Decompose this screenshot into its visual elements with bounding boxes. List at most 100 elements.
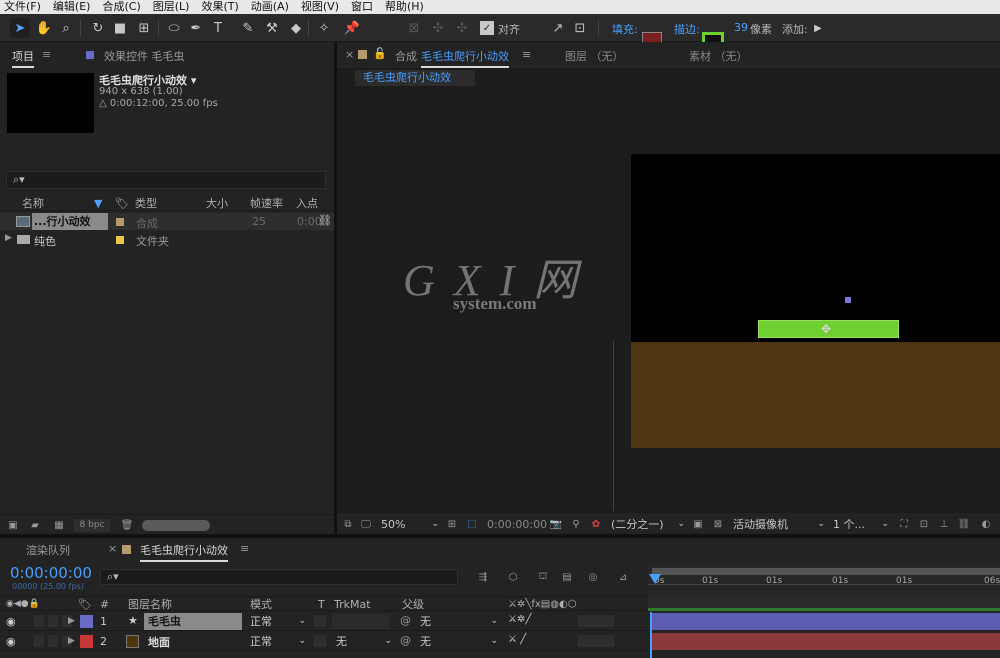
time-ruler[interactable]: 0s 01s 01s 01s 01s 06s [648, 562, 1000, 596]
local-axis-icon[interactable]: ⊠ [404, 18, 424, 38]
layer-row[interactable]: ◉ ▶ 1 ★ 毛毛虫 正常 ⌄ @ 无 ⌄ ⚔✲╱ [0, 612, 648, 631]
blend-mode-dropdown[interactable]: 正常 ⌄ [250, 634, 308, 649]
anchor-point-icon[interactable]: ✥ [821, 322, 831, 336]
panel-menu-icon[interactable]: ≡ [522, 48, 531, 61]
layer-switch-boxes[interactable] [578, 635, 614, 647]
column-fps[interactable]: 帧速率 [250, 196, 283, 211]
project-item-name[interactable]: ...行小动效 [32, 213, 108, 230]
transparency-grid-icon[interactable]: ⊠ [711, 518, 725, 530]
column-preserve-transparency[interactable]: T [318, 597, 325, 612]
preserve-transparency-switch[interactable] [314, 635, 326, 647]
layer-label-swatch[interactable] [80, 615, 93, 628]
view-layout-dropdown[interactable]: 1 个... ⌄ [833, 517, 889, 532]
tab-render-queue[interactable]: 渲染队列 [26, 542, 70, 558]
solo-switch[interactable] [48, 635, 58, 647]
delete-trash-icon[interactable]: 🗑 [120, 519, 134, 531]
zoom-dropdown[interactable]: 50% ⌄ [381, 517, 439, 532]
add-play-icon[interactable]: ▶ [808, 18, 828, 38]
menu-animation[interactable]: 动画(A) [251, 0, 289, 14]
menu-help[interactable]: 帮助(H) [385, 0, 424, 14]
flowchart-icon[interactable]: ⛓ [957, 518, 971, 530]
toggle-pixel-aspect-icon[interactable]: ⛶ [897, 518, 911, 530]
layer-duration-bar[interactable] [650, 613, 1000, 630]
monitor-icon[interactable]: 🖵 [359, 518, 373, 530]
zoom-tool-icon[interactable]: ⌕ [56, 18, 76, 38]
layer-row[interactable]: ◉ ▶ 2 地面 正常 ⌄ 无 ⌄ @ 无 ⌄ ⚔ ╱ [0, 632, 648, 651]
selection-tool-icon[interactable]: ➤ [10, 18, 30, 38]
flowchart-icon[interactable]: ⛓ [318, 214, 332, 227]
playhead-indicator[interactable] [649, 574, 661, 584]
layer-name[interactable]: 地面 [148, 634, 170, 650]
expand-arrow-icon[interactable]: ▶ [5, 233, 12, 243]
tab-footage[interactable]: 素材 （无） [689, 48, 748, 64]
world-axis-icon[interactable]: ✣ [428, 18, 448, 38]
column-size[interactable]: 大小 [206, 196, 228, 211]
audio-switch[interactable] [34, 615, 44, 627]
pick-whip-icon[interactable]: @ [400, 634, 411, 647]
graph-editor-icon[interactable]: ⊿ [616, 571, 630, 583]
audio-switch[interactable] [34, 635, 44, 647]
layer-switch-boxes[interactable] [578, 615, 614, 627]
tab-timeline-comp[interactable]: 毛毛虫爬行小动效 [140, 542, 228, 562]
pen-tool-icon[interactable]: ✒ [186, 18, 206, 38]
panel-menu-icon[interactable]: ≡ [240, 542, 249, 555]
show-snapshot-icon[interactable]: ⚲ [569, 518, 583, 530]
track-matte-dropdown[interactable] [332, 614, 390, 629]
comp-breadcrumb[interactable]: 毛毛虫爬行小动效 [355, 70, 475, 86]
snap-icon[interactable]: ↗ [548, 18, 568, 38]
rotate-tool-icon[interactable]: ↻ [88, 18, 108, 38]
tab-layer[interactable]: 图层 （无） [565, 48, 624, 64]
menu-edit[interactable]: 编辑(E) [53, 0, 91, 14]
panel-menu-icon[interactable]: ≡ [42, 48, 51, 61]
always-preview-icon[interactable]: ⧉ [341, 518, 355, 530]
camera-dropdown[interactable]: 活动摄像机 ⌄ [733, 517, 827, 532]
visibility-eye-icon[interactable]: ◉ [6, 615, 16, 628]
caterpillar-layer[interactable]: ✥ [758, 320, 899, 338]
timeline-search-input[interactable]: ⌕▾ [100, 569, 458, 585]
motion-blur-icon[interactable]: ◎ [586, 571, 600, 583]
layer-name[interactable]: 毛毛虫 [144, 613, 242, 630]
snapshot-camera-icon[interactable]: 📷 [549, 518, 563, 530]
timeline-icon[interactable]: ⊥ [937, 518, 951, 530]
grid-icon[interactable]: ⊞ [445, 518, 459, 530]
menu-composition[interactable]: 合成(C) [102, 0, 140, 14]
clone-stamp-tool-icon[interactable]: ⚒ [262, 18, 282, 38]
roto-brush-tool-icon[interactable]: ✧ [314, 18, 334, 38]
label-swatch[interactable] [116, 218, 124, 226]
pick-whip-icon[interactable]: @ [400, 614, 411, 627]
column-layer-number[interactable]: # [100, 597, 109, 612]
playhead-line[interactable] [650, 612, 652, 658]
menu-view[interactable]: 视图(V) [301, 0, 339, 14]
resolution-dropdown[interactable]: (二分之一) ⌄ [611, 517, 687, 532]
blend-mode-dropdown[interactable]: 正常 ⌄ [250, 614, 308, 629]
label-column-icon[interactable]: 🏷 [78, 597, 92, 612]
draft-3d-icon[interactable]: ⬡ [506, 571, 520, 583]
close-tab-icon[interactable]: × [345, 48, 354, 61]
column-type[interactable]: 类型 [135, 196, 157, 211]
switches-icons[interactable]: ⚔✲╲fx▤◍◐⬡ [508, 597, 576, 612]
menu-file[interactable]: 文件(F) [4, 0, 41, 14]
project-row[interactable]: ...行小动效 合成 25 0:00 ⛓ [0, 213, 334, 230]
frame-blending-icon[interactable]: ▤ [560, 571, 574, 583]
stroke-width-value[interactable]: 39 [734, 21, 748, 34]
column-track-matte[interactable]: TrkMat [334, 597, 371, 612]
small-square-shape[interactable] [845, 297, 851, 303]
horizontal-scrollbar[interactable] [142, 520, 210, 531]
layer-label-swatch[interactable] [80, 635, 93, 648]
parent-dropdown[interactable]: 无 ⌄ [420, 614, 500, 629]
ground-layer[interactable] [631, 342, 1000, 448]
solo-switch[interactable] [48, 615, 58, 627]
reset-exposure-icon[interactable]: ◐ [979, 518, 993, 530]
layer-switches-icons[interactable]: ⚔✲╱ [508, 614, 531, 625]
timeline-timecode[interactable]: 0:00:00:00 [10, 564, 92, 582]
fast-previews-icon[interactable]: ⊡ [917, 518, 931, 530]
column-name[interactable]: 名称 [22, 196, 44, 211]
track-matte-dropdown[interactable]: 无 ⌄ [336, 634, 394, 649]
channel-rgb-icon[interactable]: ✿ [589, 518, 603, 530]
eraser-tool-icon[interactable]: ◆ [286, 18, 306, 38]
lock-icon[interactable]: 🔓 [373, 47, 387, 60]
shy-layers-icon[interactable]: ⛫ [536, 571, 550, 583]
new-comp-icon[interactable]: ▦ [52, 519, 66, 531]
comp-mini-flowchart-icon[interactable]: ⇶ [476, 571, 490, 583]
close-tab-icon[interactable]: × [108, 542, 117, 555]
